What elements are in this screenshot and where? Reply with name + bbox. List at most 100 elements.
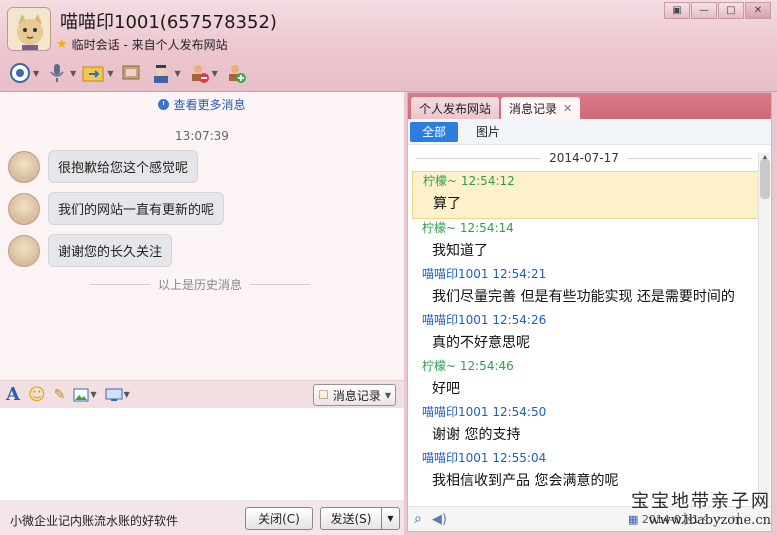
- magic-text-icon[interactable]: ✎: [54, 387, 66, 403]
- block-user-icon: [187, 61, 211, 85]
- promo-link[interactable]: 小微企业记内账流水账的好软件: [10, 512, 178, 529]
- divider-line: [626, 157, 752, 159]
- message-row: 我们的网站一直有更新的呢: [8, 192, 225, 225]
- history-icon: ☐: [318, 388, 329, 402]
- chevron-down-icon: ▼: [211, 68, 218, 78]
- view-more-label: 查看更多消息: [173, 98, 246, 112]
- screenshot-icon[interactable]: ▼: [105, 388, 130, 402]
- list-item[interactable]: 喵喵印1001 12:54:26 真的不好意思呢: [412, 311, 760, 357]
- send-button[interactable]: 发送(S): [320, 507, 382, 530]
- avatar[interactable]: [8, 192, 40, 225]
- contact-info-button[interactable]: ▼: [149, 59, 181, 87]
- avatar[interactable]: [8, 234, 40, 267]
- add-friend-icon: [224, 61, 248, 85]
- maximize-button[interactable]: □: [718, 2, 744, 19]
- minimize-button[interactable]: —: [691, 2, 717, 19]
- input-toolbar: A ☺ ✎ ▼ ▼ ☐ 消息记录 ▼: [0, 380, 404, 408]
- clock-icon: [158, 99, 170, 110]
- message-input[interactable]: [0, 408, 404, 500]
- file-transfer-icon: [82, 61, 106, 85]
- scroll-thumb[interactable]: [760, 159, 770, 199]
- message-timestamp: 13:07:39: [175, 129, 229, 143]
- window-controls: ▣ — □ ✕: [664, 2, 771, 19]
- list-item[interactable]: 柠檬~ 12:54:46 好吧: [412, 357, 760, 403]
- speaker-icon[interactable]: ◀): [432, 512, 447, 527]
- voice-call-button[interactable]: ▼: [45, 59, 76, 87]
- divider-line: [250, 284, 311, 285]
- message-text: 好吧: [432, 381, 460, 397]
- message-text: 谢谢 您的支持: [432, 427, 521, 443]
- chevron-down-icon: ▼: [387, 514, 394, 523]
- side-panel: 个人发布网站 消息记录 ✕ 全部 图片 2014-07-17 柠檬~ 12:54…: [407, 92, 772, 532]
- view-more-messages-link[interactable]: 查看更多消息: [0, 96, 404, 113]
- microphone-icon: [45, 61, 69, 85]
- sender-time: 柠檬~ 12:54:46: [422, 359, 514, 373]
- history-button-label: 消息记录: [332, 388, 381, 403]
- tab-label: 消息记录: [509, 101, 558, 116]
- chevron-down-icon: ▼: [33, 68, 40, 78]
- video-call-button[interactable]: ▼: [8, 59, 39, 87]
- tab-site[interactable]: 个人发布网站: [411, 97, 500, 119]
- message-bubble: 我们的网站一直有更新的呢: [48, 192, 225, 225]
- sender-time: 喵喵印1001 12:54:26: [422, 313, 547, 327]
- add-friend-button[interactable]: [224, 59, 248, 87]
- list-item[interactable]: 喵喵印1001 12:54:50 谢谢 您的支持: [412, 403, 760, 449]
- font-icon[interactable]: A: [6, 384, 20, 405]
- chevron-down-icon: ▼: [174, 68, 181, 78]
- divider-line: [90, 284, 150, 285]
- filter-images[interactable]: 图片: [464, 122, 512, 142]
- block-user-button[interactable]: ▼: [187, 59, 218, 87]
- side-tabs: 个人发布网站 消息记录 ✕: [408, 93, 771, 119]
- message-history-button[interactable]: ☐ 消息记录 ▼: [313, 384, 396, 406]
- message-text: 算了: [433, 196, 461, 212]
- close-window-button[interactable]: ✕: [745, 2, 771, 19]
- list-item[interactable]: 柠檬~ 12:54:14 我知道了: [412, 219, 760, 265]
- contact-name: 喵喵印1001(657578352): [60, 12, 277, 33]
- list-item[interactable]: 喵喵印1001 12:54:21 我们尽量完善 但是有些功能实现 还是需要时间的: [412, 265, 760, 311]
- sender-time: 柠檬~ 12:54:12: [423, 174, 515, 188]
- star-icon: ★: [56, 37, 68, 52]
- search-icon[interactable]: ⌕: [414, 511, 422, 527]
- history-divider-label: 以上是历史消息: [158, 278, 243, 292]
- avatar[interactable]: [8, 150, 40, 183]
- history-divider: 以上是历史消息: [90, 276, 311, 293]
- message-text: 我知道了: [432, 243, 488, 259]
- message-row: 很抱歉给您这个感觉呢: [8, 150, 199, 183]
- sender-time: 喵喵印1001 12:55:04: [422, 451, 547, 465]
- chevron-down-icon: ▼: [90, 390, 97, 399]
- message-text: 真的不好意思呢: [432, 335, 530, 351]
- watermark-title: 宝宝地带亲子网: [631, 491, 771, 512]
- date-divider: 2014-07-17: [408, 151, 760, 165]
- history-filters: 全部 图片: [408, 119, 771, 145]
- sender-time: 喵喵印1001 12:54:21: [422, 267, 547, 281]
- history-scrollbar[interactable]: ▲: [758, 153, 770, 505]
- tab-history[interactable]: 消息记录 ✕: [501, 97, 581, 119]
- close-button[interactable]: 关闭(C): [245, 507, 313, 530]
- close-icon[interactable]: ✕: [563, 102, 572, 115]
- title-bar: 喵喵印1001(657578352) ★ 临时会话 - 来自个人发布网站 ▣ —…: [0, 0, 777, 92]
- chevron-down-icon: ▼: [123, 390, 130, 399]
- send-image-icon[interactable]: ▼: [73, 388, 97, 402]
- chevron-down-icon: ▼: [384, 390, 391, 400]
- skin-button[interactable]: ▣: [664, 2, 690, 19]
- message-bubble: 很抱歉给您这个感觉呢: [48, 150, 199, 183]
- divider-line: [416, 157, 542, 159]
- send-options-button[interactable]: ▼: [381, 507, 400, 530]
- history-date: 2014-07-17: [549, 151, 619, 165]
- list-item[interactable]: 柠檬~ 12:54:12 算了: [412, 171, 760, 219]
- watermark-url: www.ibabyzone.cn: [648, 513, 771, 528]
- sender-time: 柠檬~ 12:54:14: [422, 221, 514, 235]
- watermark: 宝宝地带亲子网 www.ibabyzone.cn: [621, 487, 771, 535]
- session-subtitle: ★ 临时会话 - 来自个人发布网站: [56, 36, 228, 53]
- avatar[interactable]: [7, 7, 51, 51]
- chat-pane: 查看更多消息 13:07:39 很抱歉给您这个感觉呢 我们的网站一直有更新的呢 …: [0, 92, 404, 535]
- message-text: 我们尽量完善 但是有些功能实现 还是需要时间的: [432, 289, 735, 305]
- sender-time: 喵喵印1001 12:54:50: [422, 405, 547, 419]
- remote-desktop-icon: [119, 61, 143, 85]
- send-file-button[interactable]: ▼: [82, 59, 113, 87]
- filter-all[interactable]: 全部: [410, 121, 459, 142]
- emoji-icon[interactable]: ☺: [28, 385, 46, 405]
- remote-assist-button[interactable]: [119, 59, 143, 87]
- chevron-down-icon: ▼: [70, 68, 77, 78]
- tab-label: 个人发布网站: [419, 101, 492, 116]
